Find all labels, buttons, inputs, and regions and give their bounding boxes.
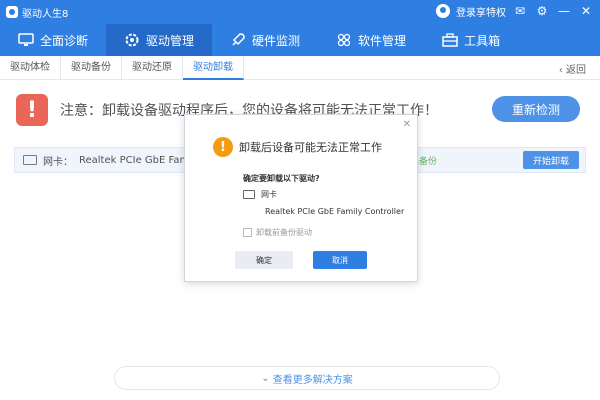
apps-icon: [337, 33, 351, 47]
login-link[interactable]: 登录享特权: [456, 4, 506, 19]
subtab-driver-uninstall[interactable]: 驱动卸载: [183, 55, 244, 80]
dialog-question: 确定要卸载以下驱动?: [243, 174, 320, 183]
tab-label: 驱动管理: [146, 33, 195, 48]
tab-software-manage[interactable]: 软件管理: [318, 24, 424, 56]
close-icon[interactable]: ✕: [578, 3, 594, 19]
app-title: 驱动人生8: [22, 8, 69, 20]
app-logo-icon: [6, 6, 18, 18]
network-card-icon: [243, 190, 255, 199]
settings-gear-icon[interactable]: ⚙: [534, 3, 550, 19]
chevron-left-icon: ‹: [558, 65, 563, 76]
dialog-header: ! 卸载后设备可能无法正常工作: [213, 137, 382, 157]
user-avatar-icon[interactable]: [436, 4, 450, 18]
titlebar-controls: 登录享特权 ✉ ⚙ — ✕: [436, 3, 594, 19]
rocket-icon: [232, 33, 245, 46]
confirm-button[interactable]: 确定: [235, 251, 293, 269]
sub-nav: 驱动体检 驱动备份 驱动还原 驱动卸载 ‹ 返回: [0, 55, 600, 80]
tab-label: 软件管理: [358, 33, 407, 48]
back-label: 返回: [566, 65, 586, 76]
monitor-icon: [18, 33, 34, 46]
tab-label: 工具箱: [464, 33, 501, 48]
dialog-driver-name: Realtek PCIe GbE Family Controller: [265, 207, 405, 216]
tab-hardware-monitor[interactable]: 硬件监测: [212, 24, 318, 56]
back-button[interactable]: ‹ 返回: [559, 61, 586, 76]
dialog-driver-category: 网卡: [261, 190, 277, 199]
tab-diagnose[interactable]: 全面诊断: [0, 24, 106, 56]
title-bar: 驱动人生8 登录享特权 ✉ ⚙ — ✕: [0, 0, 600, 24]
subtab-driver-backup[interactable]: 驱动备份: [61, 55, 122, 80]
mail-icon[interactable]: ✉: [512, 3, 528, 19]
tab-label: 全面诊断: [40, 33, 89, 48]
uninstall-confirm-dialog: ✕ ! 卸载后设备可能无法正常工作 确定要卸载以下驱动? 网卡 Realtek …: [184, 114, 418, 282]
dialog-close-icon[interactable]: ✕: [403, 119, 411, 130]
toolbox-icon: [442, 33, 458, 47]
checkbox-label: 卸载前备份驱动: [256, 228, 312, 237]
checkbox-box[interactable]: [243, 228, 252, 237]
tab-toolbox[interactable]: 工具箱: [424, 24, 518, 56]
dialog-driver-item: 网卡: [243, 189, 277, 200]
tab-driver-manage[interactable]: 驱动管理: [106, 24, 213, 56]
subtab-driver-restore[interactable]: 驱动还原: [122, 55, 183, 80]
cancel-button[interactable]: 取消: [313, 251, 367, 269]
backup-before-uninstall-checkbox[interactable]: 卸载前备份驱动: [243, 227, 312, 238]
minimize-icon[interactable]: —: [556, 3, 572, 19]
tab-label: 硬件监测: [252, 33, 301, 48]
main-nav: 全面诊断 驱动管理 硬件监测 软件管理 工具箱: [0, 24, 600, 56]
gear-icon: [125, 33, 139, 47]
subtab-driver-check[interactable]: 驱动体检: [0, 55, 61, 80]
warning-icon: !: [213, 137, 233, 157]
dialog-title: 卸载后设备可能无法正常工作: [239, 141, 382, 154]
